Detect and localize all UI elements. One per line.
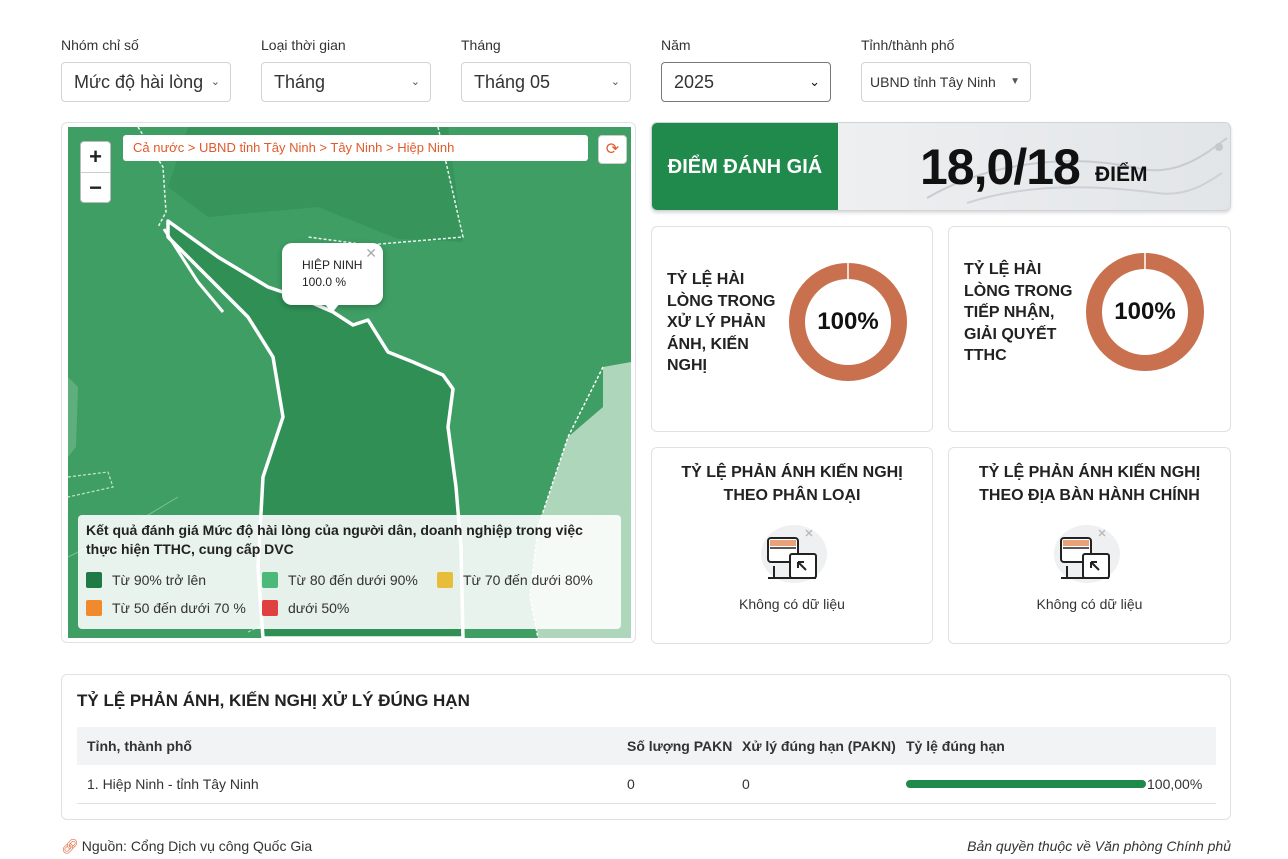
select-value: Tháng: [274, 72, 326, 92]
legend-swatch: [262, 572, 278, 588]
legend-title: Kết quả đánh giá Mức độ hài lòng của ngư…: [86, 522, 583, 557]
score-unit: ĐIỂM: [1095, 163, 1148, 186]
filter-label: Tỉnh/thành phố: [861, 37, 955, 53]
filter-province: Tỉnh/thành phố UBND tỉnh Tây Ninh ▼: [861, 36, 1031, 102]
legend-item: Từ 70 đến dưới 80%: [437, 571, 593, 589]
caret-down-icon: ▼: [1010, 76, 1020, 87]
col-count[interactable]: Số lượng PAKN: [627, 727, 732, 765]
chevron-down-icon: ⌄: [410, 76, 420, 88]
feedback-by-area-card: TỶ LỆ PHẢN ÁNH KIẾN NGHỊ THEO ĐỊA BÀN HÀ…: [948, 447, 1231, 644]
map-legend: Kết quả đánh giá Mức độ hài lòng của ngư…: [78, 515, 621, 629]
score-label: ĐIỂM ĐÁNH GIÁ: [652, 123, 838, 210]
source-text[interactable]: Nguồn: Cổng Dịch vụ công Quốc Gia: [82, 838, 312, 854]
filter-bar: Nhóm chỉ số Mức độ hài lòng ⌄ Loại thời …: [61, 36, 1231, 102]
legend-label: Từ 70 đến dưới 80%: [463, 572, 593, 588]
filter-label: Năm: [661, 37, 691, 53]
refresh-icon[interactable]: ⟳: [598, 135, 627, 164]
map-breadcrumb[interactable]: Cả nước > UBND tỉnh Tây Ninh > Tây Ninh …: [123, 135, 588, 161]
legend-swatch: [437, 572, 453, 588]
satisfaction-card-procedure: Tỷ lệ hài lòng trong tiếp nhận, giải quy…: [948, 226, 1231, 432]
card-title: TỶ LỆ PHẢN ÁNH KIẾN NGHỊ THEO PHÂN LOẠI: [681, 464, 903, 504]
month-select[interactable]: Tháng 05 ⌄: [461, 62, 631, 102]
chevron-down-icon: ⌄: [210, 76, 220, 88]
cell-rate: 100,00%: [1147, 776, 1203, 792]
select-value: Tháng 05: [474, 72, 551, 92]
score-value: 18,0/18: [920, 139, 1081, 195]
rate-progress-fill: [906, 780, 1146, 788]
province-select[interactable]: UBND tỉnh Tây Ninh ▼: [861, 62, 1031, 102]
table-row: 1. Hiệp Ninh - tỉnh Tây Ninh 0 0 100,00%: [77, 765, 1216, 804]
select-value: UBND tỉnh Tây Ninh: [870, 74, 996, 90]
time-type-select[interactable]: Tháng ⌄: [261, 62, 431, 102]
legend-label: Từ 80 đến dưới 90%: [288, 572, 418, 588]
chevron-down-icon: ⌄: [809, 74, 820, 89]
select-value: Mức độ hài lòng: [74, 72, 204, 92]
filter-label: Tháng: [461, 37, 501, 53]
cell-on-time: 0: [742, 776, 750, 792]
filter-time-type: Loại thời gian Tháng ⌄: [261, 36, 431, 102]
col-on-time[interactable]: Xử lý đúng hạn (PAKN): [742, 727, 896, 765]
popup-tip: [324, 303, 340, 313]
satisfaction-card-feedback: Tỷ lệ hài lòng trong xử lý phản ánh, kiế…: [651, 226, 933, 432]
legend-label: Từ 50 đến dưới 70 %: [112, 600, 246, 616]
legend-swatch: [262, 600, 278, 616]
legend-label: dưới 50%: [288, 600, 350, 616]
table-header: Tỉnh, thành phố Số lượng PAKN Xử lý đúng…: [77, 727, 1216, 765]
close-icon[interactable]: ✕: [365, 245, 377, 262]
score-card: ĐIỂM ĐÁNH GIÁ 18,0/18 ĐIỂM: [651, 122, 1231, 211]
feedback-by-category-card: TỶ LỆ PHẢN ÁNH KIẾN NGHỊ THEO PHÂN LOẠI …: [651, 447, 933, 644]
zoom-control: + −: [80, 141, 111, 203]
cell-count: 0: [627, 776, 635, 792]
legend-item: Từ 50 đến dưới 70 %: [86, 599, 246, 617]
footer-copyright: Bản quyền thuộc về Văn phòng Chính phủ: [967, 838, 1231, 854]
zoom-in-button[interactable]: +: [81, 142, 110, 172]
legend-item: Từ 90% trở lên: [86, 571, 206, 589]
map[interactable]: + − Cả nước > UBND tỉnh Tây Ninh > Tây N…: [68, 127, 631, 638]
no-data-text: Không có dữ liệu: [1036, 596, 1143, 612]
footer-source: 🔗︎ Nguồn: Cổng Dịch vụ công Quốc Gia: [61, 838, 312, 855]
table-title: TỶ LỆ PHẢN ÁNH, KIẾN NGHỊ XỬ LÝ ĐÚNG HẠN: [77, 691, 470, 710]
zoom-out-button[interactable]: −: [81, 172, 110, 202]
legend-swatch: [86, 572, 102, 588]
filter-year: Năm 2025 ⌄: [661, 36, 831, 102]
map-card: + − Cả nước > UBND tỉnh Tây Ninh > Tây N…: [61, 122, 636, 643]
col-rate[interactable]: Tỷ lệ đúng hạn: [906, 727, 1005, 765]
card-title: Tỷ lệ hài lòng trong tiếp nhận, giải quy…: [964, 261, 1073, 364]
card-title: Tỷ lệ hài lòng trong xử lý phản ánh, kiế…: [667, 271, 776, 374]
filter-month: Tháng Tháng 05 ⌄: [461, 36, 631, 102]
col-province[interactable]: Tỉnh, thành phố: [87, 727, 192, 765]
on-time-table-card: TỶ LỆ PHẢN ÁNH, KIẾN NGHỊ XỬ LÝ ĐÚNG HẠN…: [61, 674, 1231, 820]
filter-label: Loại thời gian: [261, 37, 346, 53]
legend-swatch: [86, 600, 102, 616]
card-title: TỶ LỆ PHẢN ÁNH KIẾN NGHỊ THEO ĐỊA BÀN HÀ…: [978, 464, 1201, 504]
legend-item: dưới 50%: [262, 599, 349, 617]
legend-label: Từ 90% trở lên: [112, 572, 207, 588]
filter-indicator-group: Nhóm chỉ số Mức độ hài lòng ⌄: [61, 36, 231, 102]
link-icon: 🔗︎: [61, 838, 79, 854]
map-popup: HIỆP NINH 100.0 % ✕: [282, 243, 383, 305]
filter-label: Nhóm chỉ số: [61, 37, 139, 53]
cell-province: 1. Hiệp Ninh - tỉnh Tây Ninh: [87, 776, 259, 792]
legend-item: Từ 80 đến dưới 90%: [262, 571, 418, 589]
donut-percent: 100%: [1114, 298, 1176, 325]
select-value: 2025: [674, 72, 715, 92]
popup-region-value: 100.0 %: [302, 275, 347, 289]
no-data-icon: [761, 525, 827, 583]
chevron-down-icon: ⌄: [610, 76, 620, 88]
indicator-group-select[interactable]: Mức độ hài lòng ⌄: [61, 62, 231, 102]
year-select[interactable]: 2025 ⌄: [661, 62, 831, 102]
no-data-text: Không có dữ liệu: [739, 596, 845, 612]
donut-percent: 100%: [817, 308, 879, 335]
no-data-icon: [1054, 525, 1120, 583]
rate-progress-bar: [906, 780, 1146, 788]
